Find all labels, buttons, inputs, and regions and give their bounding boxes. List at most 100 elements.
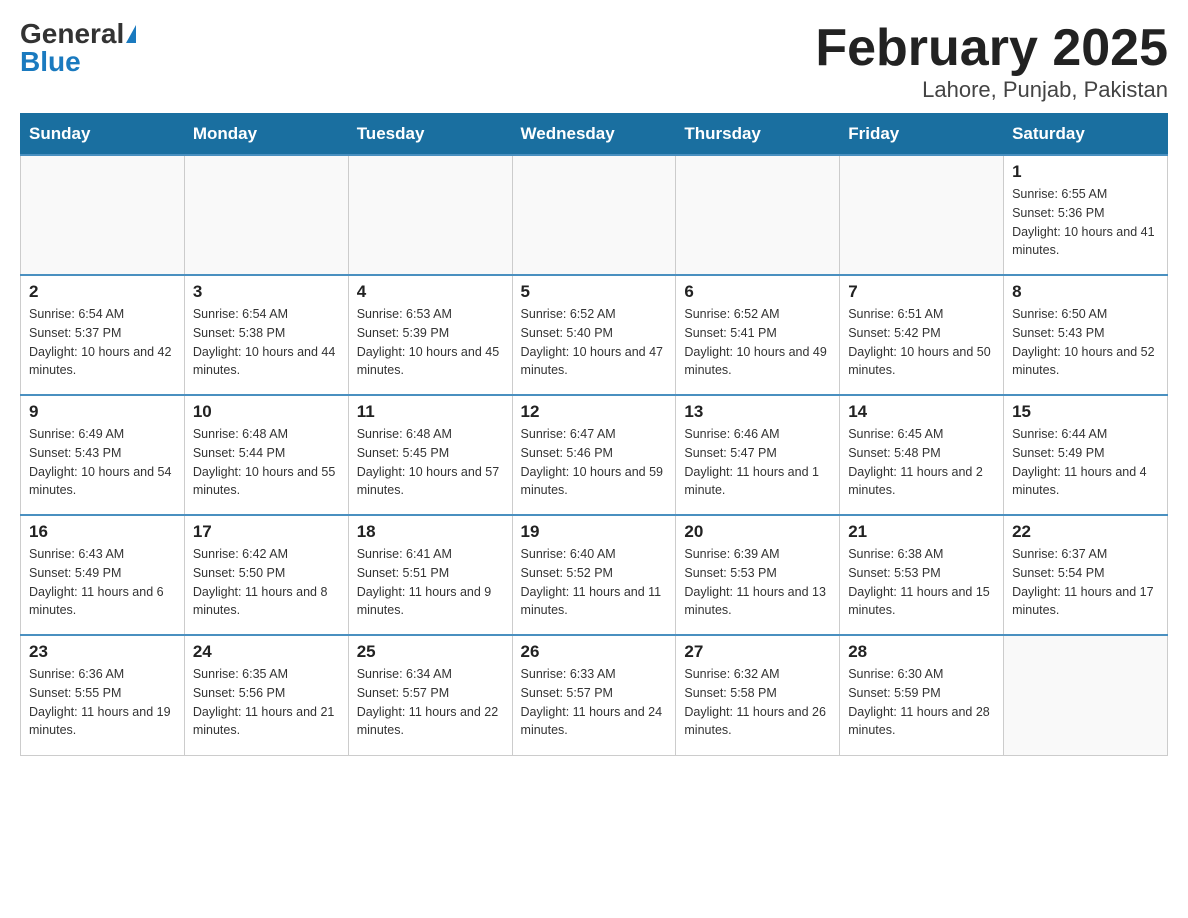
- day-number: 23: [29, 642, 176, 662]
- day-number: 9: [29, 402, 176, 422]
- calendar-cell: 10 Sunrise: 6:48 AMSunset: 5:44 PMDayligh…: [184, 395, 348, 515]
- calendar-cell: [348, 155, 512, 275]
- calendar-header-tuesday: Tuesday: [348, 114, 512, 156]
- day-info: Sunrise: 6:39 AMSunset: 5:53 PMDaylight:…: [684, 545, 831, 620]
- calendar-week-row-1: 1 Sunrise: 6:55 AMSunset: 5:36 PMDaylight…: [21, 155, 1168, 275]
- day-info: Sunrise: 6:51 AMSunset: 5:42 PMDaylight:…: [848, 305, 995, 380]
- calendar-header-sunday: Sunday: [21, 114, 185, 156]
- logo: General Blue: [20, 20, 136, 76]
- day-number: 28: [848, 642, 995, 662]
- day-number: 6: [684, 282, 831, 302]
- day-info: Sunrise: 6:55 AMSunset: 5:36 PMDaylight:…: [1012, 185, 1159, 260]
- day-number: 11: [357, 402, 504, 422]
- day-number: 25: [357, 642, 504, 662]
- day-info: Sunrise: 6:38 AMSunset: 5:53 PMDaylight:…: [848, 545, 995, 620]
- day-number: 10: [193, 402, 340, 422]
- calendar-cell: 28Sunrise: 6:30 AMSunset: 5:59 PMDayligh…: [840, 635, 1004, 755]
- calendar-week-row-5: 23 Sunrise: 6:36 AMSunset: 5:55 PMDayligh…: [21, 635, 1168, 755]
- calendar-week-row-3: 9 Sunrise: 6:49 AMSunset: 5:43 PMDaylight…: [21, 395, 1168, 515]
- calendar-cell: 26 Sunrise: 6:33 AMSunset: 5:57 PMDayligh…: [512, 635, 676, 755]
- page-header: General Blue February 2025 Lahore, Punja…: [20, 20, 1168, 103]
- calendar-cell: 23 Sunrise: 6:36 AMSunset: 5:55 PMDayligh…: [21, 635, 185, 755]
- calendar-cell: 14Sunrise: 6:45 AMSunset: 5:48 PMDayligh…: [840, 395, 1004, 515]
- logo-general-text: General: [20, 20, 124, 48]
- day-number: 26: [521, 642, 668, 662]
- day-info: Sunrise: 6:49 AMSunset: 5:43 PMDaylight:…: [29, 425, 176, 500]
- day-number: 13: [684, 402, 831, 422]
- day-number: 16: [29, 522, 176, 542]
- calendar-week-row-4: 16 Sunrise: 6:43 AMSunset: 5:49 PMDayligh…: [21, 515, 1168, 635]
- day-info: Sunrise: 6:54 AMSunset: 5:37 PMDaylight:…: [29, 305, 176, 380]
- calendar-cell: 20Sunrise: 6:39 AMSunset: 5:53 PMDayligh…: [676, 515, 840, 635]
- calendar-cell: [512, 155, 676, 275]
- day-info: Sunrise: 6:33 AMSunset: 5:57 PMDaylight:…: [521, 665, 668, 740]
- day-number: 8: [1012, 282, 1159, 302]
- day-number: 15: [1012, 402, 1159, 422]
- day-info: Sunrise: 6:48 AMSunset: 5:45 PMDaylight:…: [357, 425, 504, 500]
- calendar-header-thursday: Thursday: [676, 114, 840, 156]
- day-info: Sunrise: 6:52 AMSunset: 5:41 PMDaylight:…: [684, 305, 831, 380]
- day-info: Sunrise: 6:44 AMSunset: 5:49 PMDaylight:…: [1012, 425, 1159, 500]
- calendar-cell: 3 Sunrise: 6:54 AMSunset: 5:38 PMDaylight…: [184, 275, 348, 395]
- day-info: Sunrise: 6:34 AMSunset: 5:57 PMDaylight:…: [357, 665, 504, 740]
- day-number: 2: [29, 282, 176, 302]
- calendar-cell: 24Sunrise: 6:35 AMSunset: 5:56 PMDayligh…: [184, 635, 348, 755]
- day-info: Sunrise: 6:36 AMSunset: 5:55 PMDaylight:…: [29, 665, 176, 740]
- day-number: 22: [1012, 522, 1159, 542]
- logo-triangle-icon: [126, 25, 136, 43]
- calendar-cell: [676, 155, 840, 275]
- calendar-cell: 9 Sunrise: 6:49 AMSunset: 5:43 PMDaylight…: [21, 395, 185, 515]
- day-number: 3: [193, 282, 340, 302]
- calendar-cell: 7 Sunrise: 6:51 AMSunset: 5:42 PMDaylight…: [840, 275, 1004, 395]
- calendar-cell: 18Sunrise: 6:41 AMSunset: 5:51 PMDayligh…: [348, 515, 512, 635]
- calendar-header-monday: Monday: [184, 114, 348, 156]
- calendar-cell: 6 Sunrise: 6:52 AMSunset: 5:41 PMDaylight…: [676, 275, 840, 395]
- day-info: Sunrise: 6:54 AMSunset: 5:38 PMDaylight:…: [193, 305, 340, 380]
- calendar-table: SundayMondayTuesdayWednesdayThursdayFrid…: [20, 113, 1168, 756]
- day-number: 24: [193, 642, 340, 662]
- calendar-cell: 1 Sunrise: 6:55 AMSunset: 5:36 PMDaylight…: [1004, 155, 1168, 275]
- day-number: 1: [1012, 162, 1159, 182]
- calendar-cell: 4 Sunrise: 6:53 AMSunset: 5:39 PMDaylight…: [348, 275, 512, 395]
- month-title: February 2025: [815, 20, 1168, 77]
- day-info: Sunrise: 6:32 AMSunset: 5:58 PMDaylight:…: [684, 665, 831, 740]
- calendar-cell: 8Sunrise: 6:50 AMSunset: 5:43 PMDaylight…: [1004, 275, 1168, 395]
- calendar-header-friday: Friday: [840, 114, 1004, 156]
- calendar-header-wednesday: Wednesday: [512, 114, 676, 156]
- day-info: Sunrise: 6:53 AMSunset: 5:39 PMDaylight:…: [357, 305, 504, 380]
- location-text: Lahore, Punjab, Pakistan: [815, 77, 1168, 103]
- calendar-cell: 27 Sunrise: 6:32 AMSunset: 5:58 PMDayligh…: [676, 635, 840, 755]
- calendar-cell: [184, 155, 348, 275]
- day-number: 18: [357, 522, 504, 542]
- calendar-cell: 25 Sunrise: 6:34 AMSunset: 5:57 PMDayligh…: [348, 635, 512, 755]
- calendar-cell: 21 Sunrise: 6:38 AMSunset: 5:53 PMDayligh…: [840, 515, 1004, 635]
- day-number: 4: [357, 282, 504, 302]
- day-info: Sunrise: 6:46 AMSunset: 5:47 PMDaylight:…: [684, 425, 831, 500]
- logo-blue-text: Blue: [20, 48, 81, 76]
- calendar-cell: 15 Sunrise: 6:44 AMSunset: 5:49 PMDayligh…: [1004, 395, 1168, 515]
- calendar-cell: [21, 155, 185, 275]
- day-number: 14: [848, 402, 995, 422]
- calendar-week-row-2: 2 Sunrise: 6:54 AMSunset: 5:37 PMDaylight…: [21, 275, 1168, 395]
- day-number: 17: [193, 522, 340, 542]
- calendar-cell: 22 Sunrise: 6:37 AMSunset: 5:54 PMDayligh…: [1004, 515, 1168, 635]
- calendar-cell: 16 Sunrise: 6:43 AMSunset: 5:49 PMDayligh…: [21, 515, 185, 635]
- calendar-header-row: SundayMondayTuesdayWednesdayThursdayFrid…: [21, 114, 1168, 156]
- calendar-cell: [1004, 635, 1168, 755]
- day-number: 12: [521, 402, 668, 422]
- calendar-cell: 11 Sunrise: 6:48 AMSunset: 5:45 PMDayligh…: [348, 395, 512, 515]
- day-number: 7: [848, 282, 995, 302]
- day-number: 27: [684, 642, 831, 662]
- day-number: 21: [848, 522, 995, 542]
- title-block: February 2025 Lahore, Punjab, Pakistan: [815, 20, 1168, 103]
- day-info: Sunrise: 6:52 AMSunset: 5:40 PMDaylight:…: [521, 305, 668, 380]
- day-info: Sunrise: 6:47 AMSunset: 5:46 PMDaylight:…: [521, 425, 668, 500]
- calendar-cell: [840, 155, 1004, 275]
- calendar-cell: 2 Sunrise: 6:54 AMSunset: 5:37 PMDaylight…: [21, 275, 185, 395]
- day-number: 19: [521, 522, 668, 542]
- day-info: Sunrise: 6:43 AMSunset: 5:49 PMDaylight:…: [29, 545, 176, 620]
- day-info: Sunrise: 6:42 AMSunset: 5:50 PMDaylight:…: [193, 545, 340, 620]
- day-info: Sunrise: 6:37 AMSunset: 5:54 PMDaylight:…: [1012, 545, 1159, 620]
- calendar-header-saturday: Saturday: [1004, 114, 1168, 156]
- day-info: Sunrise: 6:48 AMSunset: 5:44 PMDaylight:…: [193, 425, 340, 500]
